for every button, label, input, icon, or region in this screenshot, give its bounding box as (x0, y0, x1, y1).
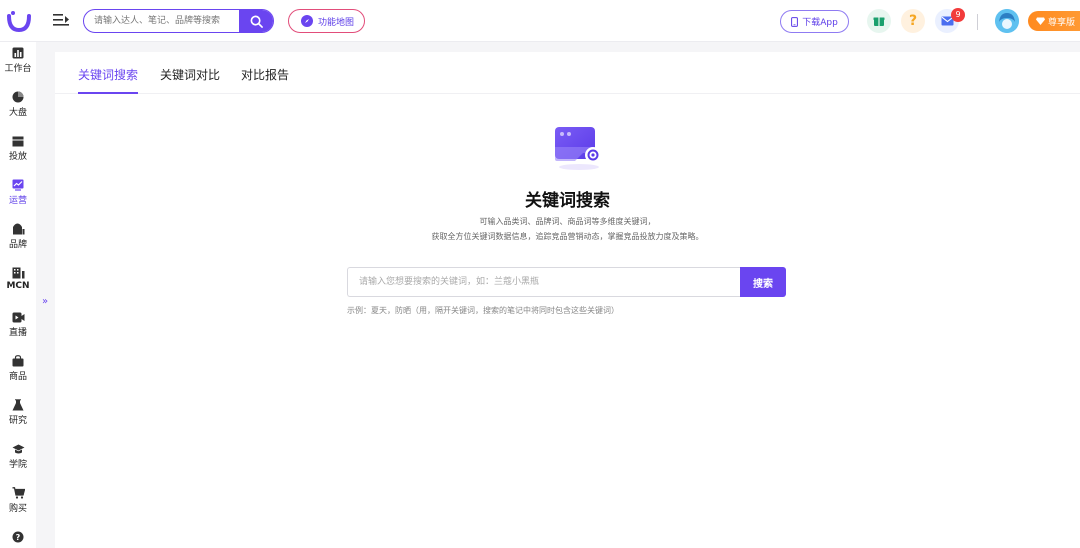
sidebar-item-label: 品牌 (8, 240, 27, 250)
help-icon: ? (908, 13, 918, 29)
gift-icon (873, 17, 885, 26)
function-map-label: 功能地图 (318, 17, 355, 28)
graduation-cap-icon (11, 442, 25, 456)
help-button[interactable]: ? (901, 9, 925, 33)
sidebar-item-delivery[interactable]: 投放 (0, 134, 36, 174)
vip-badge-button[interactable]: 尊享版 (1028, 11, 1080, 31)
pie-chart-icon (11, 90, 25, 104)
global-search (83, 9, 274, 33)
help-circle-icon: ? (11, 530, 25, 544)
sidebar-item-label: 投放 (8, 152, 27, 162)
tab-keyword-compare[interactable]: 关键词对比 (160, 66, 220, 94)
vip-label: 尊享版 (1048, 17, 1076, 28)
compass-icon (301, 15, 313, 27)
main-panel: 关键词搜索 关键词对比 对比报告 关键词搜索 可输入品类词、品牌词、商品词等多维… (55, 52, 1080, 548)
trend-chart-icon (11, 178, 25, 192)
dashboard-icon (11, 46, 25, 60)
sidebar-item-label: 研究 (8, 416, 27, 426)
logo-icon[interactable] (6, 8, 32, 34)
keyword-search-bar: 搜索 (347, 267, 786, 297)
sidebar-item-academy[interactable]: 学院 (0, 442, 36, 482)
svg-text:?: ? (16, 533, 21, 542)
flask-icon (11, 398, 25, 412)
download-app-label: 下载App (802, 18, 838, 28)
sidebar: 工作台 大盘 投放 运营 品牌 MCN 直播 商品 研究 学院 购买 ? (0, 42, 36, 548)
sidebar-item-workbench[interactable]: 工作台 (0, 46, 36, 86)
tab-bar: 关键词搜索 关键词对比 对比报告 (55, 52, 1080, 94)
sidebar-item-mcn[interactable]: MCN (0, 266, 36, 306)
phone-icon (791, 16, 799, 27)
tab-keyword-search[interactable]: 关键词搜索 (78, 66, 139, 94)
diamond-icon (1036, 17, 1045, 25)
avatar-image-icon (995, 9, 1019, 33)
keyword-search-button[interactable]: 搜索 (740, 267, 786, 297)
sidebar-item-label: 直播 (8, 328, 27, 338)
gift-button[interactable] (867, 9, 891, 33)
folder-icon (11, 134, 25, 148)
sidebar-item-label: 运营 (8, 196, 27, 206)
sidebar-item-operation[interactable]: 运营 (0, 178, 36, 218)
function-map-button[interactable]: 功能地图 (288, 9, 365, 33)
sidebar-item-market[interactable]: 大盘 (0, 90, 36, 130)
sidebar-item-live[interactable]: 直播 (0, 310, 36, 350)
menu-toggle-icon[interactable] (52, 11, 70, 29)
global-search-input[interactable] (94, 10, 239, 32)
sidebar-item-research[interactable]: 研究 (0, 398, 36, 438)
sidebar-expand-button[interactable]: » (42, 296, 54, 312)
avatar[interactable] (995, 9, 1019, 33)
header-divider (977, 14, 978, 30)
sidebar-item-label: 商品 (8, 372, 27, 382)
top-bar: 功能地图 下载App ? 9 尊享版 (0, 0, 1080, 42)
sidebar-item-label: 购买 (8, 504, 27, 514)
sidebar-item-help[interactable]: ? (0, 530, 36, 548)
bag-icon (11, 354, 25, 368)
sidebar-item-brand[interactable]: 品牌 (0, 222, 36, 262)
hero-description-line-1: 可输入品类词、品牌词、商品词等多维度关键词， (479, 217, 656, 226)
video-icon (11, 310, 25, 324)
hero-description-line-2: 获取全方位关键词数据信息，追踪竞品营销动态，掌握竞品投放力度及策略。 (431, 232, 704, 241)
hero-title: 关键词搜索 (525, 191, 610, 211)
sidebar-item-label: 学院 (8, 460, 27, 470)
tab-compare-report[interactable]: 对比报告 (241, 66, 289, 94)
keyword-search-input[interactable] (347, 267, 740, 297)
global-search-button[interactable] (239, 10, 273, 32)
sidebar-item-label: 工作台 (4, 64, 32, 74)
download-app-button[interactable]: 下载App (780, 10, 849, 33)
search-icon (250, 15, 263, 28)
shop-icon (11, 222, 25, 236)
cart-icon (11, 486, 25, 500)
sidebar-item-goods[interactable]: 商品 (0, 354, 36, 394)
sidebar-item-label: MCN (6, 281, 30, 291)
building-icon (11, 266, 25, 280)
keyword-search-illustration-icon (555, 127, 601, 170)
sidebar-item-label: 大盘 (8, 108, 27, 118)
search-example-hint: 示例：夏天，防晒（用，隔开关键词，搜索的笔记中将同时包含这些关键词） (347, 306, 619, 315)
message-count-badge: 9 (951, 8, 965, 22)
sidebar-item-purchase[interactable]: 购买 (0, 486, 36, 526)
